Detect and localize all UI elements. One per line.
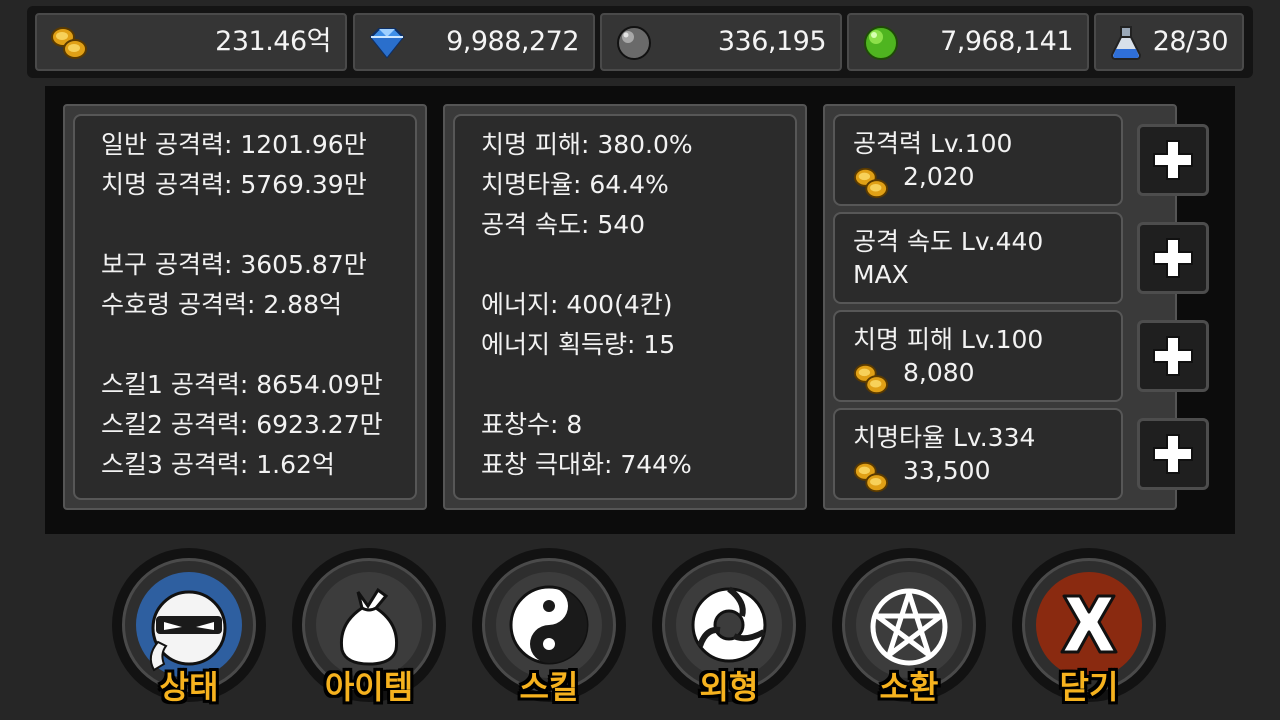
stat-energy: 에너지: 400(4칸) (481, 290, 673, 319)
nav-close-label: 닫기 (1059, 668, 1119, 706)
nav-skill-button[interactable]: 스킬 (472, 548, 626, 706)
nav-summon-label: 소환 (879, 668, 939, 706)
stat-shuriken-max: 표창 극대화: 744% (481, 450, 692, 479)
gold-counter: 231.46억 (35, 13, 347, 71)
upgrade-critical-damage-cost: 8,080 (903, 358, 975, 387)
combat-stats-box: 치명 피해: 380.0% 치명타율: 64.4% 공격 속도: 540 에너지… (453, 114, 797, 500)
plus-icon (1153, 336, 1193, 376)
upgrade-critical-rate-cost: 33,500 (903, 456, 991, 485)
combat-stats-column: 치명 피해: 380.0% 치명타율: 64.4% 공격 속도: 540 에너지… (443, 104, 807, 510)
upgrade-attack-speed-label: 공격 속도 Lv.440 (853, 227, 1044, 256)
upgrade-attack-speed-max: MAX (853, 260, 909, 289)
status-panel: 일반 공격력: 1201.96만 치명 공격력: 5769.39만 보구 공격력… (45, 86, 1235, 534)
upgrade-attack: 공격력 Lv.100 2,020 (833, 114, 1123, 206)
nav-item-label: 아이템 (324, 668, 414, 706)
gold-coins-icon (853, 363, 888, 395)
stat-critical-rate: 치명타율: 64.4% (481, 170, 669, 199)
stat-guardian-attack: 수호령 공격력: 2.88억 (101, 290, 342, 319)
upgrade-critical-rate-label: 치명타율 Lv.334 (853, 423, 1036, 452)
potion-value: 28/30 (1152, 26, 1229, 57)
green-gem-value: 7,968,141 (940, 26, 1073, 57)
gold-coins-icon (853, 167, 888, 199)
stat-energy-gain: 에너지 획득량: 15 (481, 330, 676, 359)
stat-skill3-attack: 스킬3 공격력: 1.62억 (101, 450, 335, 479)
nav-status-label: 상태 (159, 668, 219, 706)
gold-value: 231.46억 (215, 26, 331, 57)
stat-shuriken-count: 표창수: 8 (481, 410, 583, 439)
stat-attack-speed: 공격 속도: 540 (481, 210, 646, 239)
stat-critical-attack: 치명 공격력: 5769.39만 (101, 170, 367, 199)
stat-skill2-attack: 스킬2 공격력: 6923.27만 (101, 410, 383, 439)
gold-coins-icon (51, 27, 87, 59)
stat-treasure-attack: 보구 공격력: 3605.87만 (101, 250, 367, 279)
upgrade-column: 공격력 Lv.100 2,020 공격 속도 Lv.440 MAX 치명 피해 … (823, 104, 1209, 510)
currency-bar: 231.46억 9,988,272 336,195 7,968,141 28/3… (27, 6, 1253, 78)
nav-item-button[interactable]: 아이템 (292, 548, 446, 706)
nav-skill-label: 스킬 (519, 668, 579, 706)
upgrade-attack-speed: 공격 속도 Lv.440 MAX (833, 212, 1123, 304)
diamond-counter: 9,988,272 (353, 13, 595, 71)
plus-icon (1153, 238, 1193, 278)
diamond-value: 9,988,272 (446, 26, 579, 57)
upgrade-critical-rate: 치명타율 Lv.334 33,500 (833, 408, 1123, 500)
potion-icon (1110, 26, 1142, 60)
green-gem-counter: 7,968,141 (847, 13, 1089, 71)
upgrade-attack-speed-plus-button[interactable] (1137, 222, 1209, 294)
upgrade-critical-damage: 치명 피해 Lv.100 8,080 (833, 310, 1123, 402)
diamond-icon (369, 28, 405, 59)
upgrade-attack-plus-button[interactable] (1137, 124, 1209, 196)
upgrade-critical-damage-plus-button[interactable] (1137, 320, 1209, 392)
gold-coins-icon (853, 461, 888, 493)
attack-stats-box: 일반 공격력: 1201.96만 치명 공격력: 5769.39만 보구 공격력… (73, 114, 417, 500)
stat-skill1-attack: 스킬1 공격력: 8654.09만 (101, 370, 383, 399)
nav-close-button[interactable]: 닫기 (1012, 548, 1166, 706)
nav-status-button[interactable]: 상태 (112, 548, 266, 706)
upgrade-attack-label: 공격력 Lv.100 (853, 129, 1013, 158)
nav-summon-button[interactable]: 소환 (832, 548, 986, 706)
green-gem-icon (864, 26, 898, 60)
stat-normal-attack: 일반 공격력: 1201.96만 (101, 130, 367, 159)
upgrade-attack-cost: 2,020 (903, 162, 975, 191)
attack-stats-column: 일반 공격력: 1201.96만 치명 공격력: 5769.39만 보구 공격력… (63, 104, 427, 510)
stat-critical-damage: 치명 피해: 380.0% (481, 130, 693, 159)
nav-appearance-button[interactable]: 외형 (652, 548, 806, 706)
stone-value: 336,195 (717, 26, 827, 57)
stone-orb-icon (617, 26, 651, 60)
plus-icon (1153, 434, 1193, 474)
stone-counter: 336,195 (600, 13, 842, 71)
upgrade-critical-rate-plus-button[interactable] (1137, 418, 1209, 490)
upgrade-critical-damage-label: 치명 피해 Lv.100 (853, 325, 1044, 354)
potion-counter: 28/30 (1094, 13, 1244, 71)
nav-appearance-label: 외형 (699, 668, 759, 706)
plus-icon (1153, 140, 1193, 180)
